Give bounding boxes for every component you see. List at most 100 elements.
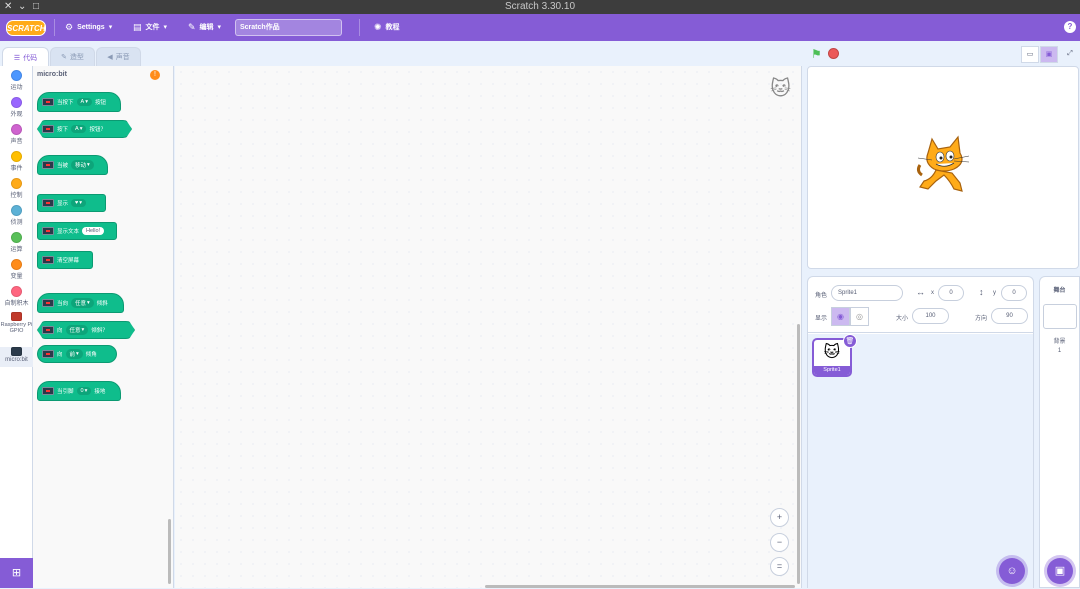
palette-block[interactable]: 当被 移动 ▾	[37, 155, 108, 175]
hide-sprite-button[interactable]: ◎	[850, 307, 869, 326]
settings-menu[interactable]: ⚙ Settings ▾	[65, 14, 112, 41]
category-label: 变量	[10, 274, 23, 280]
palette-block[interactable]: 清空屏幕	[37, 251, 93, 269]
palette-block[interactable]: 当引脚 0 ▾ 接地	[37, 381, 121, 401]
script-area[interactable]: 🐱 + − =	[175, 66, 802, 588]
choose-backdrop-button[interactable]: ▣	[1047, 558, 1073, 584]
size-input[interactable]: 100	[912, 308, 949, 324]
block-dropdown[interactable]: 任意 ▾	[71, 298, 94, 308]
block-dropdown[interactable]: A ▾	[76, 98, 92, 106]
stage-selector-pane[interactable]: 舞台 背景 1 ▣	[1039, 276, 1080, 588]
microbit-icon	[42, 227, 54, 235]
block-dropdown[interactable]: ♥ ▾	[71, 199, 87, 207]
block-text-input[interactable]: Hello!	[82, 227, 105, 235]
menu-divider	[359, 19, 360, 36]
direction-input[interactable]: 90	[991, 308, 1028, 324]
category-item[interactable]: 事件	[0, 151, 33, 172]
category-item[interactable]: 声音	[0, 124, 33, 145]
category-color-icon	[11, 347, 22, 356]
category-label: 运动	[10, 85, 23, 91]
code-icon: ☰	[13, 54, 21, 62]
edit-menu[interactable]: ✎ 编辑 ▾	[188, 14, 221, 41]
tab-sounds[interactable]: ◀ 声音	[96, 47, 141, 66]
window-titlebar: ✕ ⌄ □ Scratch 3.30.10	[0, 0, 1080, 14]
stage-canvas[interactable]	[807, 66, 1079, 269]
stop-button[interactable]	[828, 48, 839, 59]
large-stage-button[interactable]: ▣	[1040, 46, 1058, 63]
x-input[interactable]: 0	[938, 285, 964, 301]
block-dropdown[interactable]: 移动 ▾	[71, 160, 94, 170]
delete-sprite-button[interactable]: 🗑	[843, 334, 857, 348]
sprite-name-input[interactable]: Sprite1	[831, 285, 903, 301]
category-item[interactable]: 外观	[0, 97, 33, 118]
category-color-icon	[11, 259, 22, 270]
fullscreen-icon: ⤢	[1067, 50, 1073, 57]
microbit-icon	[42, 199, 54, 207]
green-flag-icon[interactable]: ⚑	[811, 47, 822, 61]
chevron-down-icon: ▾	[79, 126, 83, 132]
project-title-input[interactable]: Scratch作品	[235, 19, 342, 36]
block-dropdown-value: A	[80, 99, 85, 105]
x-label: x	[931, 290, 934, 296]
microbit-icon	[42, 256, 54, 264]
show-sprite-button[interactable]: ◉	[831, 307, 850, 326]
block-dropdown-value: 任意	[69, 328, 81, 334]
block-dropdown[interactable]: 前 ▾	[65, 349, 83, 359]
menu-divider	[54, 19, 55, 36]
palette-block[interactable]: 当向 任意 ▾ 倾斜	[37, 293, 124, 313]
large-stage-icon: ▣	[1045, 51, 1053, 58]
file-label: 文件	[145, 24, 160, 31]
help-button[interactable]: ?	[1064, 21, 1076, 33]
category-item[interactable]: Raspberry Pi GPIO	[0, 312, 33, 334]
scratch-logo[interactable]: SCRATCH	[6, 20, 46, 36]
stage-thumbnail[interactable]	[1043, 304, 1077, 329]
category-label: micro:bit	[5, 357, 28, 363]
fullscreen-button[interactable]: ⤢	[1061, 46, 1079, 63]
settings-label: Settings	[77, 24, 105, 31]
tab-costumes[interactable]: ✎ 造型	[50, 47, 95, 66]
extension-status-icon[interactable]: !	[150, 70, 160, 80]
category-color-icon	[11, 151, 22, 162]
y-arrows-icon: ↕	[979, 287, 984, 297]
block-dropdown-value: ♥	[75, 200, 79, 206]
zoom-out-button[interactable]: −	[770, 533, 789, 552]
category-item[interactable]: micro:bit	[0, 347, 33, 367]
chevron-down-icon: ▾	[87, 162, 90, 168]
y-label: y	[993, 290, 996, 296]
block-dropdown[interactable]: 0 ▾	[76, 387, 92, 395]
palette-scrollbar[interactable]	[168, 519, 171, 584]
category-item[interactable]: 运算	[0, 232, 33, 253]
y-input[interactable]: 0	[1001, 285, 1027, 301]
choose-sprite-button[interactable]: ☺	[999, 558, 1025, 584]
category-item[interactable]: 变量	[0, 259, 33, 280]
small-stage-button[interactable]: ▭	[1021, 46, 1039, 63]
category-color-icon	[11, 124, 22, 135]
zoom-reset-button[interactable]: =	[770, 557, 789, 576]
small-stage-icon: ▭	[1026, 51, 1034, 58]
palette-block[interactable]: 向前 ▾ 倾角	[37, 345, 117, 363]
palette-block[interactable]: 按下 A ▾ 按钮？	[37, 120, 132, 138]
category-menu: 运动外观声音事件控制侦测运算变量自制积木 Raspberry Pi GPIO mic…	[0, 66, 33, 588]
category-item[interactable]: 侦测	[0, 205, 33, 226]
palette-block[interactable]: 显示文本 Hello!	[37, 222, 117, 240]
tab-code[interactable]: ☰ 代码	[2, 47, 49, 67]
zoom-in-button[interactable]: +	[770, 508, 789, 527]
palette-block[interactable]: 显示 ♥ ▾	[37, 194, 106, 212]
add-extension-button[interactable]: ⊞	[0, 558, 33, 588]
cat-add-icon: ☺	[1006, 565, 1018, 577]
file-menu[interactable]: ▤ 文件 ▾	[133, 14, 167, 41]
show-label: 显示	[815, 316, 828, 322]
block-dropdown[interactable]: A ▾	[71, 125, 86, 133]
tutorials-button[interactable]: ✺ 教程	[374, 14, 400, 41]
block-dropdown[interactable]: 任意 ▾	[66, 325, 89, 335]
microbit-icon	[42, 350, 54, 358]
category-item[interactable]: 自制积木	[0, 286, 33, 307]
block-text: 当按下	[57, 100, 74, 106]
palette-block[interactable]: 当按下 A ▾ 按钮	[37, 92, 121, 112]
cat-sprite[interactable]	[914, 135, 974, 199]
script-vertical-scrollbar[interactable]	[797, 324, 800, 584]
category-color-icon	[11, 286, 22, 297]
category-item[interactable]: 运动	[0, 70, 33, 91]
palette-block[interactable]: 向任意 ▾ 倾斜？	[37, 321, 135, 339]
category-item[interactable]: 控制	[0, 178, 33, 199]
